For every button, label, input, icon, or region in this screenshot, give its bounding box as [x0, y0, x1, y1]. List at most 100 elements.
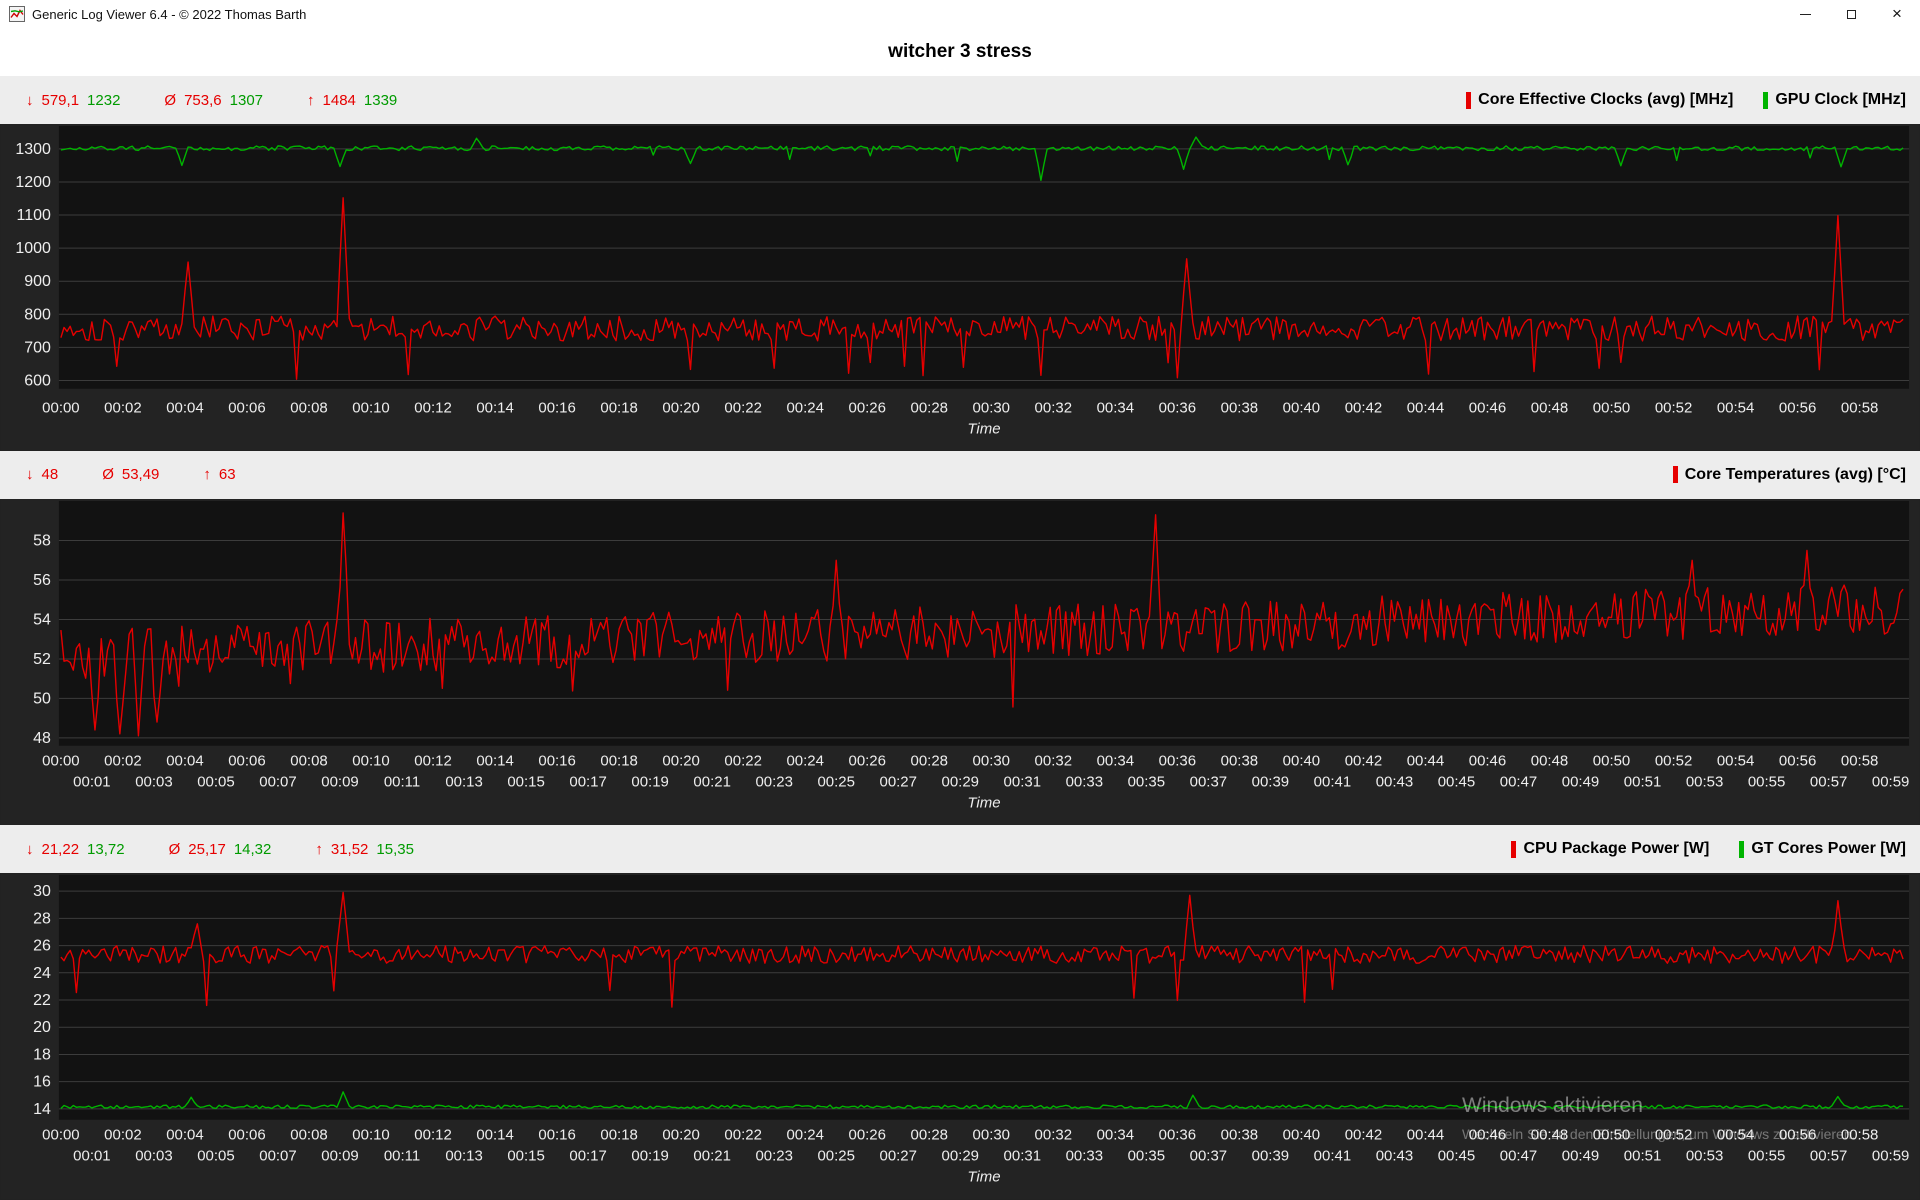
legend-label: Core Temperatures (avg) [°C]	[1684, 465, 1906, 483]
svg-text:00:52: 00:52	[1655, 400, 1692, 417]
svg-text:00:56: 00:56	[1779, 1127, 1816, 1144]
legend-item-cpu-package-power: CPU Package Power [W]	[1511, 840, 1709, 858]
svg-text:700: 700	[24, 339, 51, 356]
svg-text:00:09: 00:09	[321, 773, 358, 790]
svg-text:00:04: 00:04	[166, 752, 203, 769]
avg-icon: Ø	[164, 91, 177, 109]
svg-text:00:22: 00:22	[724, 752, 761, 769]
svg-text:1300: 1300	[15, 141, 51, 158]
legend-item-core-effective-clocks: Core Effective Clocks (avg) [MHz]	[1466, 91, 1733, 109]
svg-text:00:26: 00:26	[848, 400, 885, 417]
svg-text:00:38: 00:38	[1221, 752, 1258, 769]
svg-text:00:40: 00:40	[1283, 1127, 1320, 1144]
svg-text:00:47: 00:47	[1500, 773, 1537, 790]
legend-label: GPU Clock [MHz]	[1775, 91, 1906, 108]
stat-value-red: 753,6	[184, 91, 222, 109]
avg-icon: Ø	[102, 466, 114, 484]
svg-text:00:57: 00:57	[1810, 1148, 1847, 1165]
svg-text:00:02: 00:02	[104, 400, 141, 417]
svg-text:00:53: 00:53	[1686, 1148, 1723, 1165]
svg-text:00:19: 00:19	[631, 1148, 668, 1165]
svg-text:00:27: 00:27	[880, 773, 917, 790]
svg-text:00:35: 00:35	[1128, 1148, 1165, 1165]
svg-text:00:27: 00:27	[880, 1148, 917, 1165]
svg-text:00:58: 00:58	[1841, 1127, 1878, 1144]
chart-core-clocks[interactable]: 1300 1200 1100 1000 900 800 700 600 00:00 00:02 00…	[0, 124, 1920, 451]
svg-text:00:25: 00:25	[817, 1148, 854, 1165]
svg-text:00:43: 00:43	[1376, 773, 1413, 790]
legend-label: GT Cores Power [W]	[1751, 840, 1906, 858]
restore-icon	[1846, 6, 1861, 19]
close-button[interactable]: ×	[1874, 0, 1920, 28]
chart-band-clocks: 1300 1200 1100 1000 900 800 700 600 00:00 00:02 00…	[0, 124, 1920, 451]
svg-text:00:02: 00:02	[104, 1127, 141, 1144]
svg-text:00:41: 00:41	[1314, 773, 1351, 790]
svg-text:00:46: 00:46	[1469, 752, 1506, 769]
svg-text:58: 58	[33, 532, 51, 549]
stat-value-red: 48	[41, 466, 59, 484]
svg-text:00:33: 00:33	[1066, 773, 1103, 790]
max-icon: ↑	[203, 466, 211, 484]
svg-text:00:20: 00:20	[662, 400, 699, 417]
svg-text:00:00: 00:00	[42, 752, 79, 769]
chart-power[interactable]: 30 28 26 24 22 20 18 16 14 00:00 00:02 00:04 00:06 00…	[0, 873, 1920, 1200]
legend-label: Core Effective Clocks (avg) [MHz]	[1478, 91, 1734, 108]
svg-text:16: 16	[33, 1074, 51, 1091]
svg-text:00:43: 00:43	[1376, 1148, 1413, 1165]
maximize-restore-button[interactable]	[1828, 0, 1874, 28]
svg-text:24: 24	[33, 965, 51, 982]
svg-text:00:59: 00:59	[1872, 773, 1909, 790]
legend-item-gpu-clock: GPU Clock [MHz]	[1763, 91, 1906, 109]
svg-text:00:16: 00:16	[538, 1127, 575, 1144]
svg-text:00:45: 00:45	[1438, 773, 1475, 790]
svg-text:00:50: 00:50	[1593, 752, 1630, 769]
svg-text:00:05: 00:05	[197, 773, 234, 790]
minimize-button[interactable]	[1782, 0, 1828, 28]
svg-text:00:06: 00:06	[228, 400, 265, 417]
svg-text:00:56: 00:56	[1779, 752, 1816, 769]
legend-temperatures: Core Temperatures (avg) [°C]	[1672, 465, 1906, 484]
svg-text:00:29: 00:29	[942, 1148, 979, 1165]
svg-text:00:10: 00:10	[352, 752, 389, 769]
svg-text:18: 18	[33, 1047, 51, 1064]
titlebar[interactable]: Generic Log Viewer 6.4 - © 2022 Thomas B…	[0, 0, 1920, 28]
svg-text:00:03: 00:03	[135, 1148, 172, 1165]
stat-avg: Ø 753,6 1307	[164, 92, 263, 109]
svg-text:00:11: 00:11	[384, 1148, 420, 1165]
svg-text:00:10: 00:10	[352, 400, 389, 417]
svg-text:00:50: 00:50	[1593, 400, 1630, 417]
svg-text:600: 600	[24, 372, 51, 389]
stat-min: ↓ 579,1 1232	[26, 92, 120, 109]
svg-text:00:47: 00:47	[1500, 1148, 1537, 1165]
legend-power: CPU Package Power [W] GT Cores Power [W]	[1511, 840, 1906, 858]
svg-text:00:54: 00:54	[1717, 1127, 1754, 1144]
legend-clocks: Core Effective Clocks (avg) [MHz] GPU Cl…	[1466, 91, 1906, 109]
svg-text:00:49: 00:49	[1562, 773, 1599, 790]
panel-power: ↓ 21,22 13,72 Ø 25,17 14,32 ↑ 31,52 15,3…	[0, 825, 1920, 1200]
svg-text:00:49: 00:49	[1562, 1148, 1599, 1165]
stats-power: ↓ 21,22 13,72 Ø 25,17 14,32 ↑ 31,52 15,3…	[26, 841, 414, 858]
svg-text:00:36: 00:36	[1159, 1127, 1196, 1144]
stat-min: ↓ 48	[26, 466, 58, 483]
svg-text:00:29: 00:29	[942, 773, 979, 790]
stat-value-green: 14,32	[233, 840, 272, 858]
svg-text:20: 20	[33, 1020, 51, 1037]
svg-text:00:40: 00:40	[1283, 400, 1320, 417]
svg-text:900: 900	[24, 273, 51, 290]
svg-text:00:42: 00:42	[1345, 400, 1382, 417]
svg-text:28: 28	[33, 911, 51, 928]
svg-text:00:30: 00:30	[973, 752, 1010, 769]
max-icon: ↑	[315, 840, 323, 858]
svg-text:00:30: 00:30	[973, 400, 1010, 417]
svg-text:54: 54	[33, 611, 51, 628]
window-title: Generic Log Viewer 6.4 - © 2022 Thomas B…	[32, 6, 307, 22]
svg-text:00:15: 00:15	[507, 773, 544, 790]
svg-text:00:42: 00:42	[1345, 752, 1382, 769]
svg-text:1200: 1200	[15, 174, 51, 191]
chart-band-power: 30 28 26 24 22 20 18 16 14 00:00 00:02 00:04 00:06 00…	[0, 873, 1920, 1200]
stat-value-red: 1484	[322, 91, 356, 109]
chart-core-temperatures[interactable]: 58 56 54 52 50 48 00:00 00:02 00:04 00:06 00:08 00:…	[0, 498, 1920, 826]
chart-band-temperatures: 58 56 54 52 50 48 00:00 00:02 00:04 00:06 00:08 00:…	[0, 498, 1920, 826]
svg-text:00:33: 00:33	[1066, 1148, 1103, 1165]
svg-text:00:36: 00:36	[1159, 400, 1196, 417]
